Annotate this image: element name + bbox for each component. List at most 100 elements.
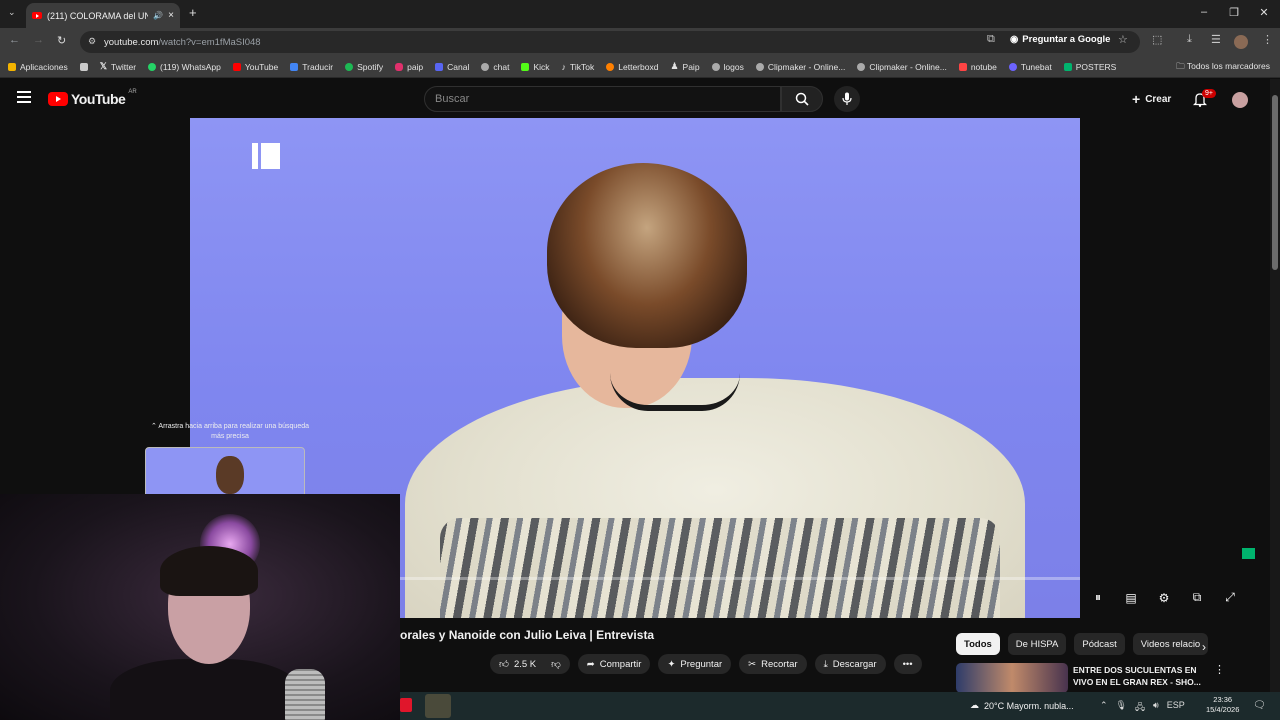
bookmark-item[interactable]: Clipmaker - Online... xyxy=(857,61,947,72)
bookmark-item[interactable]: Canal xyxy=(435,62,469,72)
tab-active[interactable]: (211) COLORAMA del UND 🔊 × xyxy=(26,3,180,28)
bookmark-item[interactable]: logos xyxy=(711,62,744,72)
bookmark-item[interactable]: chat xyxy=(481,62,509,72)
bookmark-item[interactable]: Aplicaciones xyxy=(8,62,68,72)
browser-menu-icon[interactable]: ⋮ xyxy=(1262,33,1273,46)
tab-search-chevron-icon[interactable]: ⌄ xyxy=(8,7,16,18)
bookmark-item[interactable] xyxy=(79,62,88,71)
youtube-logo[interactable]: YouTube AR xyxy=(48,89,137,107)
reload-icon[interactable]: ↻ xyxy=(57,34,66,47)
miniplayer-icon[interactable]: ⧉ xyxy=(1189,590,1205,605)
pip-preview[interactable] xyxy=(145,447,305,495)
reading-list-icon[interactable]: ☰ xyxy=(1211,33,1221,46)
bookmark-item[interactable]: Spotify xyxy=(345,62,383,72)
subtitles-icon[interactable]: ▤ xyxy=(1123,591,1139,605)
related-menu-icon[interactable]: ⋮ xyxy=(1214,663,1225,676)
new-tab-icon[interactable]: + xyxy=(189,5,197,20)
address-bar[interactable]: ⚙ youtube.com/watch?v=em1fMaSI048 xyxy=(80,31,1140,53)
youtube-icon xyxy=(232,62,241,71)
dislike-icon[interactable]: 👎︎ xyxy=(551,658,561,670)
bookmark-item[interactable]: YouTube xyxy=(232,62,278,72)
bookmark-item[interactable]: ♟ Paip xyxy=(670,61,699,72)
bookmark-label: Clipmaker - Online... xyxy=(869,61,947,72)
menu-icon[interactable] xyxy=(17,91,31,103)
close-tab-icon[interactable]: × xyxy=(168,10,174,21)
extensions-icon[interactable]: ⬚ xyxy=(1152,33,1162,46)
language-indicator[interactable]: ESP xyxy=(1167,700,1185,716)
taskbar-clock[interactable]: 23:36 15/4/2026 xyxy=(1206,695,1239,715)
spotify-icon xyxy=(345,62,354,71)
scrollbar-thumb[interactable] xyxy=(1272,95,1278,270)
more-actions-button[interactable]: ••• xyxy=(893,654,922,674)
autoplay-toggle-icon[interactable]: ⏸ xyxy=(1090,590,1106,605)
back-icon[interactable]: ← xyxy=(9,34,20,46)
taskbar-app-icon[interactable] xyxy=(425,694,451,718)
posters-icon xyxy=(1063,62,1072,71)
translate-icon xyxy=(290,62,299,71)
bookmark-item[interactable]: 𝕏 Twitter xyxy=(100,61,136,72)
minimize-icon[interactable]: – xyxy=(1194,6,1214,18)
webcam-overlay xyxy=(0,494,400,720)
bookmark-item[interactable]: POSTERS xyxy=(1063,62,1116,72)
video-frame-collar xyxy=(610,373,740,411)
related-video-thumbnail[interactable] xyxy=(956,663,1068,693)
weather-widget[interactable]: ☁ 20°C Mayorm. nubla... xyxy=(970,700,1074,711)
profile-avatar[interactable] xyxy=(1234,35,1248,49)
audio-icon[interactable]: 🔊 xyxy=(153,11,163,20)
bookmarks-bar: Aplicaciones 𝕏 Twitter (119) WhatsApp You… xyxy=(0,56,1280,78)
account-avatar[interactable] xyxy=(1232,92,1248,108)
create-button[interactable]: + Crear xyxy=(1124,87,1179,111)
tray-chevron-icon[interactable]: ⌃ xyxy=(1100,700,1108,716)
bookmark-item[interactable]: ♪ TikTok xyxy=(562,62,595,72)
search-placeholder: Buscar xyxy=(435,93,470,105)
bookmark-star-icon[interactable]: ☆ xyxy=(1118,33,1128,46)
share-button[interactable]: ➦ Compartir xyxy=(577,654,651,674)
ask-button[interactable]: ✦ Preguntar xyxy=(658,654,732,674)
search-button[interactable] xyxy=(781,86,823,112)
pip-search-hint: ⌃ Arrastra hacia arriba para realizar un… xyxy=(150,423,310,440)
weather-label: 20°C Mayorm. nubla... xyxy=(984,700,1074,711)
like-button[interactable]: 👍︎ 2.5 K 👎︎ xyxy=(490,654,570,674)
volume-icon[interactable]: 🔊︎ xyxy=(1153,700,1159,716)
bookmark-item[interactable]: Tunebat xyxy=(1008,62,1052,72)
ask-google-button[interactable]: ◉ Preguntar a Google xyxy=(1010,34,1110,45)
settings-gear-icon[interactable]: ⚙ xyxy=(1156,591,1172,605)
tray-mic-icon[interactable]: 🎙︎ xyxy=(1116,700,1127,716)
chip-from-channel[interactable]: De HISPA xyxy=(1007,633,1067,655)
restore-icon[interactable]: ❐ xyxy=(1224,6,1244,19)
close-window-icon[interactable]: ✕ xyxy=(1254,6,1274,19)
bookmark-item[interactable]: (119) WhatsApp xyxy=(148,62,221,72)
downloads-icon[interactable]: ⤓ xyxy=(1187,33,1192,46)
share-icon: ➦ xyxy=(586,658,595,670)
bookmark-item[interactable]: paip xyxy=(395,62,423,72)
taskbar-app-icon[interactable] xyxy=(400,698,412,712)
bookmark-item[interactable]: Kick xyxy=(521,62,550,72)
bookmark-label: Traducir xyxy=(302,61,334,72)
apps-icon xyxy=(8,62,16,71)
install-app-icon[interactable]: ⧉ xyxy=(987,33,995,46)
bookmark-item[interactable]: Traducir xyxy=(290,62,333,72)
search-input[interactable]: Buscar xyxy=(424,86,781,112)
chip-all[interactable]: Todos xyxy=(956,633,1000,655)
site-info-icon[interactable]: ⚙ xyxy=(88,36,96,47)
notification-center-icon[interactable]: 🗨 xyxy=(1253,700,1266,711)
clip-button[interactable]: ✂ Recortar xyxy=(739,654,807,674)
clock-time: 23:36 xyxy=(1213,695,1233,704)
chip-related[interactable]: Videos relacio xyxy=(1132,633,1209,655)
chevron-right-icon[interactable]: › xyxy=(1202,640,1206,654)
bookmark-item[interactable]: notube xyxy=(958,62,997,72)
google-lens-icon: ◉ xyxy=(1010,34,1019,45)
voice-search-button[interactable] xyxy=(834,86,860,112)
forward-icon[interactable]: → xyxy=(33,34,44,46)
download-icon: ⤓ xyxy=(823,658,828,670)
network-icon[interactable]: 🖧 xyxy=(1135,700,1145,716)
chip-podcast[interactable]: Pódcast xyxy=(1074,633,1125,655)
tunebat-icon xyxy=(1008,62,1017,71)
bookmark-item[interactable]: Clipmaker - Online... xyxy=(755,62,845,72)
related-video-title[interactable]: ENTRE DOS SUCULENTAS EN VIVO EN EL GRAN … xyxy=(1073,664,1208,688)
all-bookmarks-button[interactable]: 🗀 Todos los marcadores xyxy=(1176,61,1270,75)
download-button[interactable]: ⤓ Descargar xyxy=(814,654,886,674)
twitch-icon xyxy=(435,62,444,71)
fullscreen-icon[interactable]: ⤢ xyxy=(1222,590,1238,605)
bookmark-item[interactable]: Letterboxd xyxy=(606,62,658,72)
